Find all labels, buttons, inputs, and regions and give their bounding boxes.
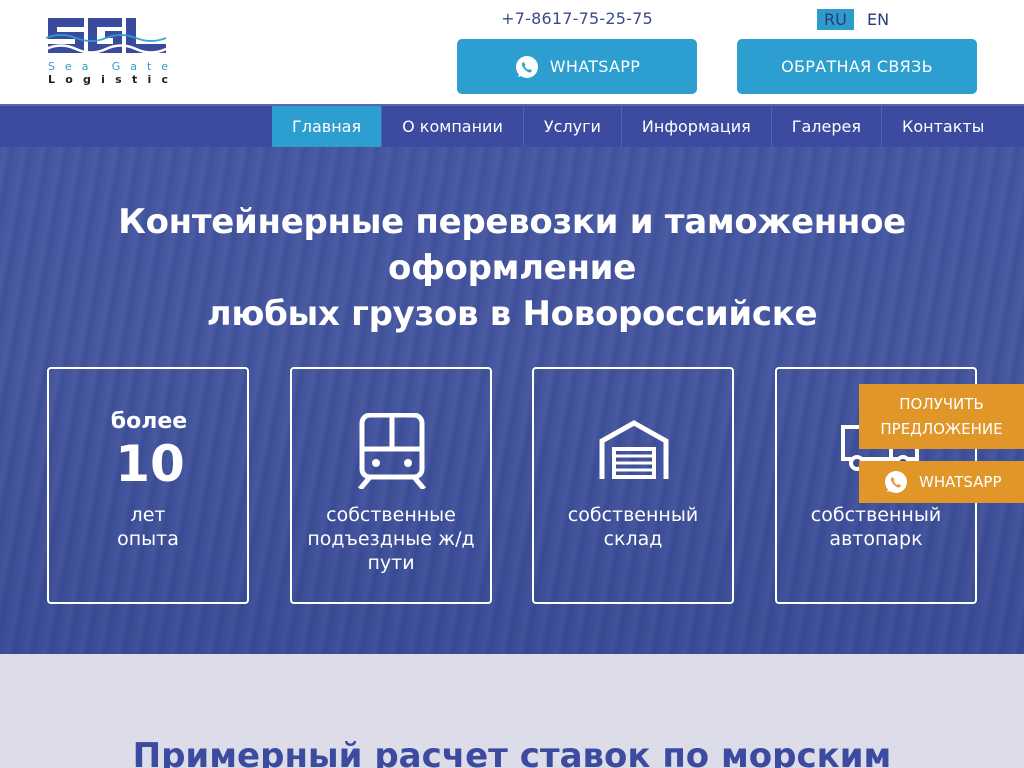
whatsapp-icon	[885, 471, 907, 493]
railway-label-3: пути	[367, 552, 415, 574]
nav-item-about[interactable]: О компании	[382, 106, 524, 147]
logo-line-1: Sea Gate	[48, 60, 168, 73]
experience-years: 10	[115, 435, 185, 493]
floating-whatsapp-button[interactable]: WHATSAPP	[859, 461, 1024, 503]
phone-number[interactable]: +7-8617-75-25-75	[457, 9, 697, 28]
hero-title-line-2: оформление	[388, 248, 636, 288]
warehouse-label-2: склад	[603, 528, 663, 550]
main-nav: Главная О компании Услуги Информация Гал…	[0, 104, 1024, 147]
feature-card-warehouse: собственный склад	[532, 367, 734, 604]
train-icon	[358, 413, 426, 489]
warehouse-icon	[599, 420, 669, 479]
lang-ru[interactable]: RU	[817, 9, 854, 30]
hero-title-line-1: Контейнерные перевозки и таможенное	[118, 202, 906, 242]
whatsapp-button[interactable]: WHATSAPP	[457, 39, 697, 94]
experience-label-1: лет	[130, 504, 166, 526]
get-offer-line-1: ПОЛУЧИТЬ	[899, 395, 984, 413]
get-offer-button[interactable]: ПОЛУЧИТЬ ПРЕДЛОЖЕНИЕ	[859, 384, 1024, 449]
nav-item-gallery[interactable]: Галерея	[772, 106, 882, 147]
nav-item-info[interactable]: Информация	[622, 106, 772, 147]
callback-button[interactable]: ОБРАТНАЯ СВЯЗЬ	[737, 39, 977, 94]
nav-items: Главная О компании Услуги Информация Гал…	[272, 106, 1004, 147]
experience-prefix: более	[110, 409, 188, 434]
get-offer-line-2: ПРЕДЛОЖЕНИЕ	[880, 420, 1003, 438]
feature-card-experience: более 10 лет опыта	[47, 367, 249, 604]
callback-button-label: ОБРАТНАЯ СВЯЗЬ	[781, 57, 933, 76]
fleet-label-1: собственный	[810, 504, 942, 526]
logo-mark: Sea Gate Logistic	[45, 18, 168, 86]
hero-title-line-3: любых грузов в Новороссийске	[206, 294, 818, 334]
nav-item-contacts[interactable]: Контакты	[882, 106, 1004, 147]
warehouse-label-1: собственный	[567, 504, 699, 526]
logo-line-2: Logistic	[48, 73, 168, 86]
experience-label-2: опыта	[117, 528, 179, 550]
nav-item-home[interactable]: Главная	[272, 106, 383, 147]
feature-card-railway: собственные подъездные ж/д пути	[290, 367, 492, 604]
fleet-label-2: автопарк	[829, 528, 923, 550]
lang-en[interactable]: EN	[860, 9, 896, 30]
rates-section: Примерный расчет ставок по морским	[0, 654, 1024, 768]
nav-item-services[interactable]: Услуги	[524, 106, 622, 147]
floating-whatsapp-label: WHATSAPP	[919, 473, 1002, 491]
rates-section-title: Примерный расчет ставок по морским	[132, 736, 892, 768]
whatsapp-button-label: WHATSAPP	[549, 57, 641, 76]
hero-title: Контейнерные перевозки и таможенное офор…	[60, 199, 964, 337]
site-header: Sea Gate Logistic +7-8617-75-25-75 RU EN…	[0, 0, 1024, 104]
whatsapp-icon	[515, 55, 538, 78]
railway-label-2: подъездные ж/д	[307, 528, 475, 550]
company-logo[interactable]: Sea Gate Logistic	[45, 16, 170, 86]
railway-label-1: собственные	[326, 504, 456, 526]
